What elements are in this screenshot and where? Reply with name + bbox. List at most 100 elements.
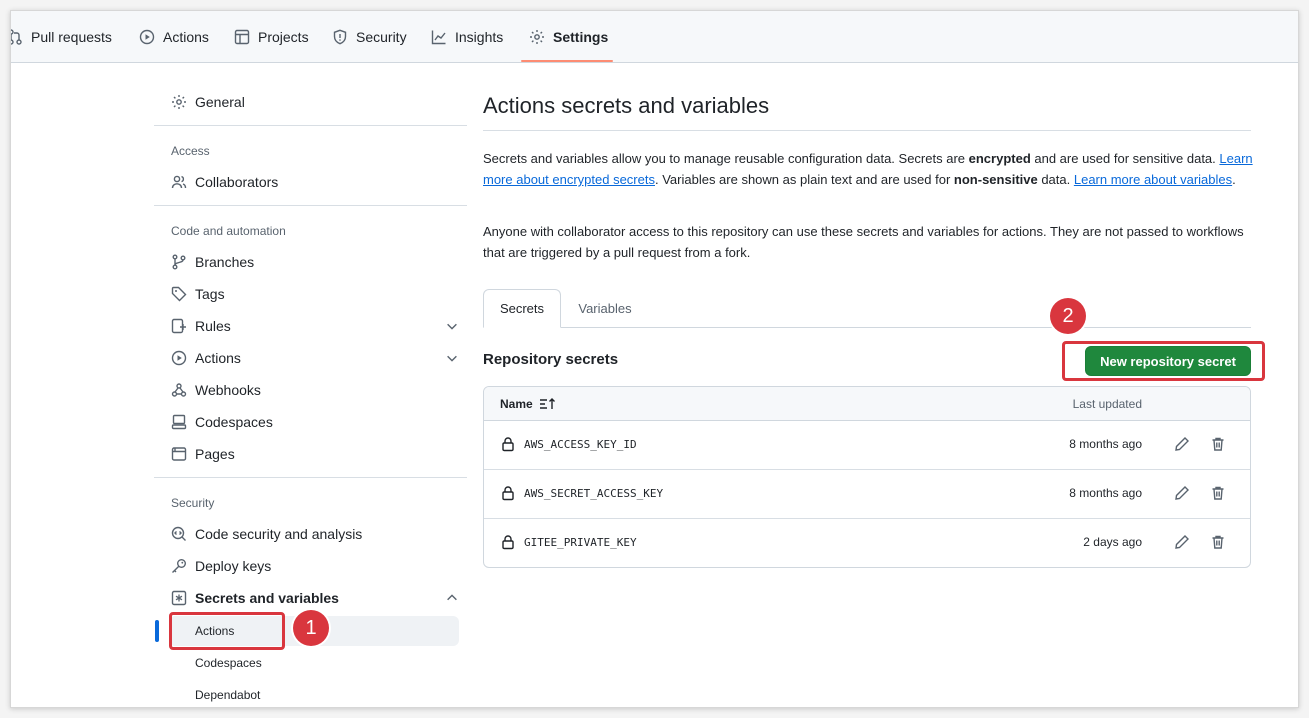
text-bold: non-sensitive <box>953 172 1038 187</box>
browser-icon <box>171 447 187 461</box>
gear-icon <box>172 95 186 109</box>
secret-updated: 8 months ago <box>1069 486 1142 500</box>
sidebar-label: Dependabot <box>195 688 261 702</box>
new-repository-secret-button[interactable]: New repository secret <box>1085 346 1251 376</box>
text: data. <box>1037 172 1074 187</box>
key-icon <box>172 559 186 573</box>
sidebar-label: Rules <box>195 318 231 334</box>
sidebar-label: Deploy keys <box>195 558 272 574</box>
column-name-header[interactable]: Name <box>500 397 557 411</box>
webhook-icon <box>171 383 187 397</box>
sidebar-label: General <box>195 94 245 110</box>
pencil-icon[interactable] <box>1174 485 1190 501</box>
secret-updated: 2 days ago <box>1083 535 1142 549</box>
page-title: Actions secrets and variables <box>483 93 770 118</box>
sidebar-label: Webhooks <box>195 382 261 398</box>
browser-frame: Pull requests Actions Projects Security … <box>10 10 1299 708</box>
chevron-down-icon[interactable] <box>445 319 459 333</box>
sidebar-divider <box>154 125 467 126</box>
sidebar-label: Branches <box>195 254 255 270</box>
nav-insights[interactable]: Insights <box>431 11 503 63</box>
sidebar-item-deploy-keys[interactable]: Deploy keys <box>171 552 467 580</box>
nav-label: Actions <box>163 29 209 45</box>
gear-icon <box>530 30 544 44</box>
sidebar-item-tags[interactable]: Tags <box>171 280 467 308</box>
pencil-icon[interactable] <box>1174 534 1190 550</box>
nav-label: Insights <box>455 29 504 45</box>
sidebar-subitem-codespaces[interactable]: Codespaces <box>169 648 459 678</box>
step-badge-2: 2 <box>1050 298 1086 334</box>
sidebar-item-actions[interactable]: Actions <box>171 344 467 372</box>
sidebar-item-general[interactable]: General <box>171 88 467 116</box>
access-paragraph: Anyone with collaborator access to this … <box>483 224 1244 260</box>
table-row: AWS_ACCESS_KEY_ID 8 months ago <box>484 421 1250 470</box>
text: . <box>1232 172 1236 187</box>
title-divider <box>483 130 1251 131</box>
trash-icon[interactable] <box>1210 485 1226 501</box>
chevron-down-icon[interactable] <box>445 351 459 365</box>
link-variables[interactable]: Learn more about variables <box>1074 172 1232 187</box>
sidebar-label: Actions <box>195 350 241 366</box>
tag-icon <box>171 286 187 302</box>
sidebar-label: Tags <box>195 286 225 302</box>
sidebar-item-collaborators[interactable]: Collaborators <box>171 168 467 196</box>
sort-icon[interactable] <box>539 397 557 411</box>
nav-actions[interactable]: Actions <box>139 11 209 63</box>
rules-icon <box>171 318 186 334</box>
tab-secrets[interactable]: Secrets <box>483 289 561 328</box>
description-paragraph: Secrets and variables allow you to manag… <box>483 148 1253 190</box>
sidebar-item-codespaces[interactable]: Codespaces <box>171 408 467 436</box>
people-icon <box>171 175 187 189</box>
shield-icon <box>333 29 347 45</box>
sidebar-item-code-security[interactable]: Code security and analysis <box>171 520 467 548</box>
sidebar-label: Collaborators <box>195 174 279 190</box>
secret-name: AWS_ACCESS_KEY_ID <box>524 438 637 451</box>
nav-pull-requests[interactable]: Pull requests <box>11 11 112 63</box>
sidebar-heading-access: Access <box>171 144 210 158</box>
secrets-table: Name Last updated AWS_ACCESS_KEY_ID 8 mo… <box>483 386 1251 568</box>
sidebar-divider <box>154 205 467 206</box>
secret-name: GITEE_PRIVATE_KEY <box>524 536 637 549</box>
secret-updated: 8 months ago <box>1069 437 1142 451</box>
sidebar-divider <box>154 477 467 478</box>
pull-request-icon <box>11 29 22 45</box>
pencil-icon[interactable] <box>1174 436 1190 452</box>
sidebar-item-rules[interactable]: Rules <box>171 312 467 340</box>
chevron-up-icon[interactable] <box>445 591 459 605</box>
nav-settings[interactable]: Settings <box>529 11 608 63</box>
trash-icon[interactable] <box>1210 436 1226 452</box>
sidebar-item-webhooks[interactable]: Webhooks <box>171 376 467 404</box>
text: and are used for sensitive data. <box>1030 151 1220 166</box>
text: . Variables are shown as plain text and … <box>654 172 954 187</box>
sidebar-label: Pages <box>195 446 235 462</box>
column-updated-header: Last updated <box>1072 397 1142 411</box>
nav-security[interactable]: Security <box>332 11 407 63</box>
sidebar-item-branches[interactable]: Branches <box>171 248 467 276</box>
sidebar-label: Actions <box>195 624 235 638</box>
text: Secrets and variables allow you to manag… <box>483 151 969 166</box>
lock-icon <box>502 535 514 550</box>
tab-variables[interactable]: Variables <box>567 289 643 328</box>
step-badge-1: 1 <box>293 610 329 646</box>
sidebar-item-secrets-variables[interactable]: Secrets and variables <box>171 584 467 612</box>
trash-icon[interactable] <box>1210 534 1226 550</box>
table-icon <box>234 29 250 45</box>
codescan-icon <box>171 526 186 541</box>
sidebar-label: Codespaces <box>195 414 273 430</box>
play-icon <box>171 350 187 366</box>
nav-label: Settings <box>553 29 609 45</box>
asterisk-icon <box>171 590 187 606</box>
active-tab-underline <box>521 60 613 62</box>
nav-projects[interactable]: Projects <box>234 11 309 63</box>
sidebar-item-pages[interactable]: Pages <box>171 440 467 468</box>
branch-icon <box>172 254 186 270</box>
play-icon <box>139 29 155 45</box>
sidebar-subitem-dependabot[interactable]: Dependabot <box>169 680 459 707</box>
table-header: Name Last updated <box>484 387 1250 421</box>
lock-icon <box>502 437 514 452</box>
section-title: Repository secrets <box>483 351 619 368</box>
secret-name: AWS_SECRET_ACCESS_KEY <box>524 487 664 500</box>
nav-label: Projects <box>258 29 309 45</box>
codespaces-icon <box>171 414 187 430</box>
column-label: Name <box>500 397 533 411</box>
